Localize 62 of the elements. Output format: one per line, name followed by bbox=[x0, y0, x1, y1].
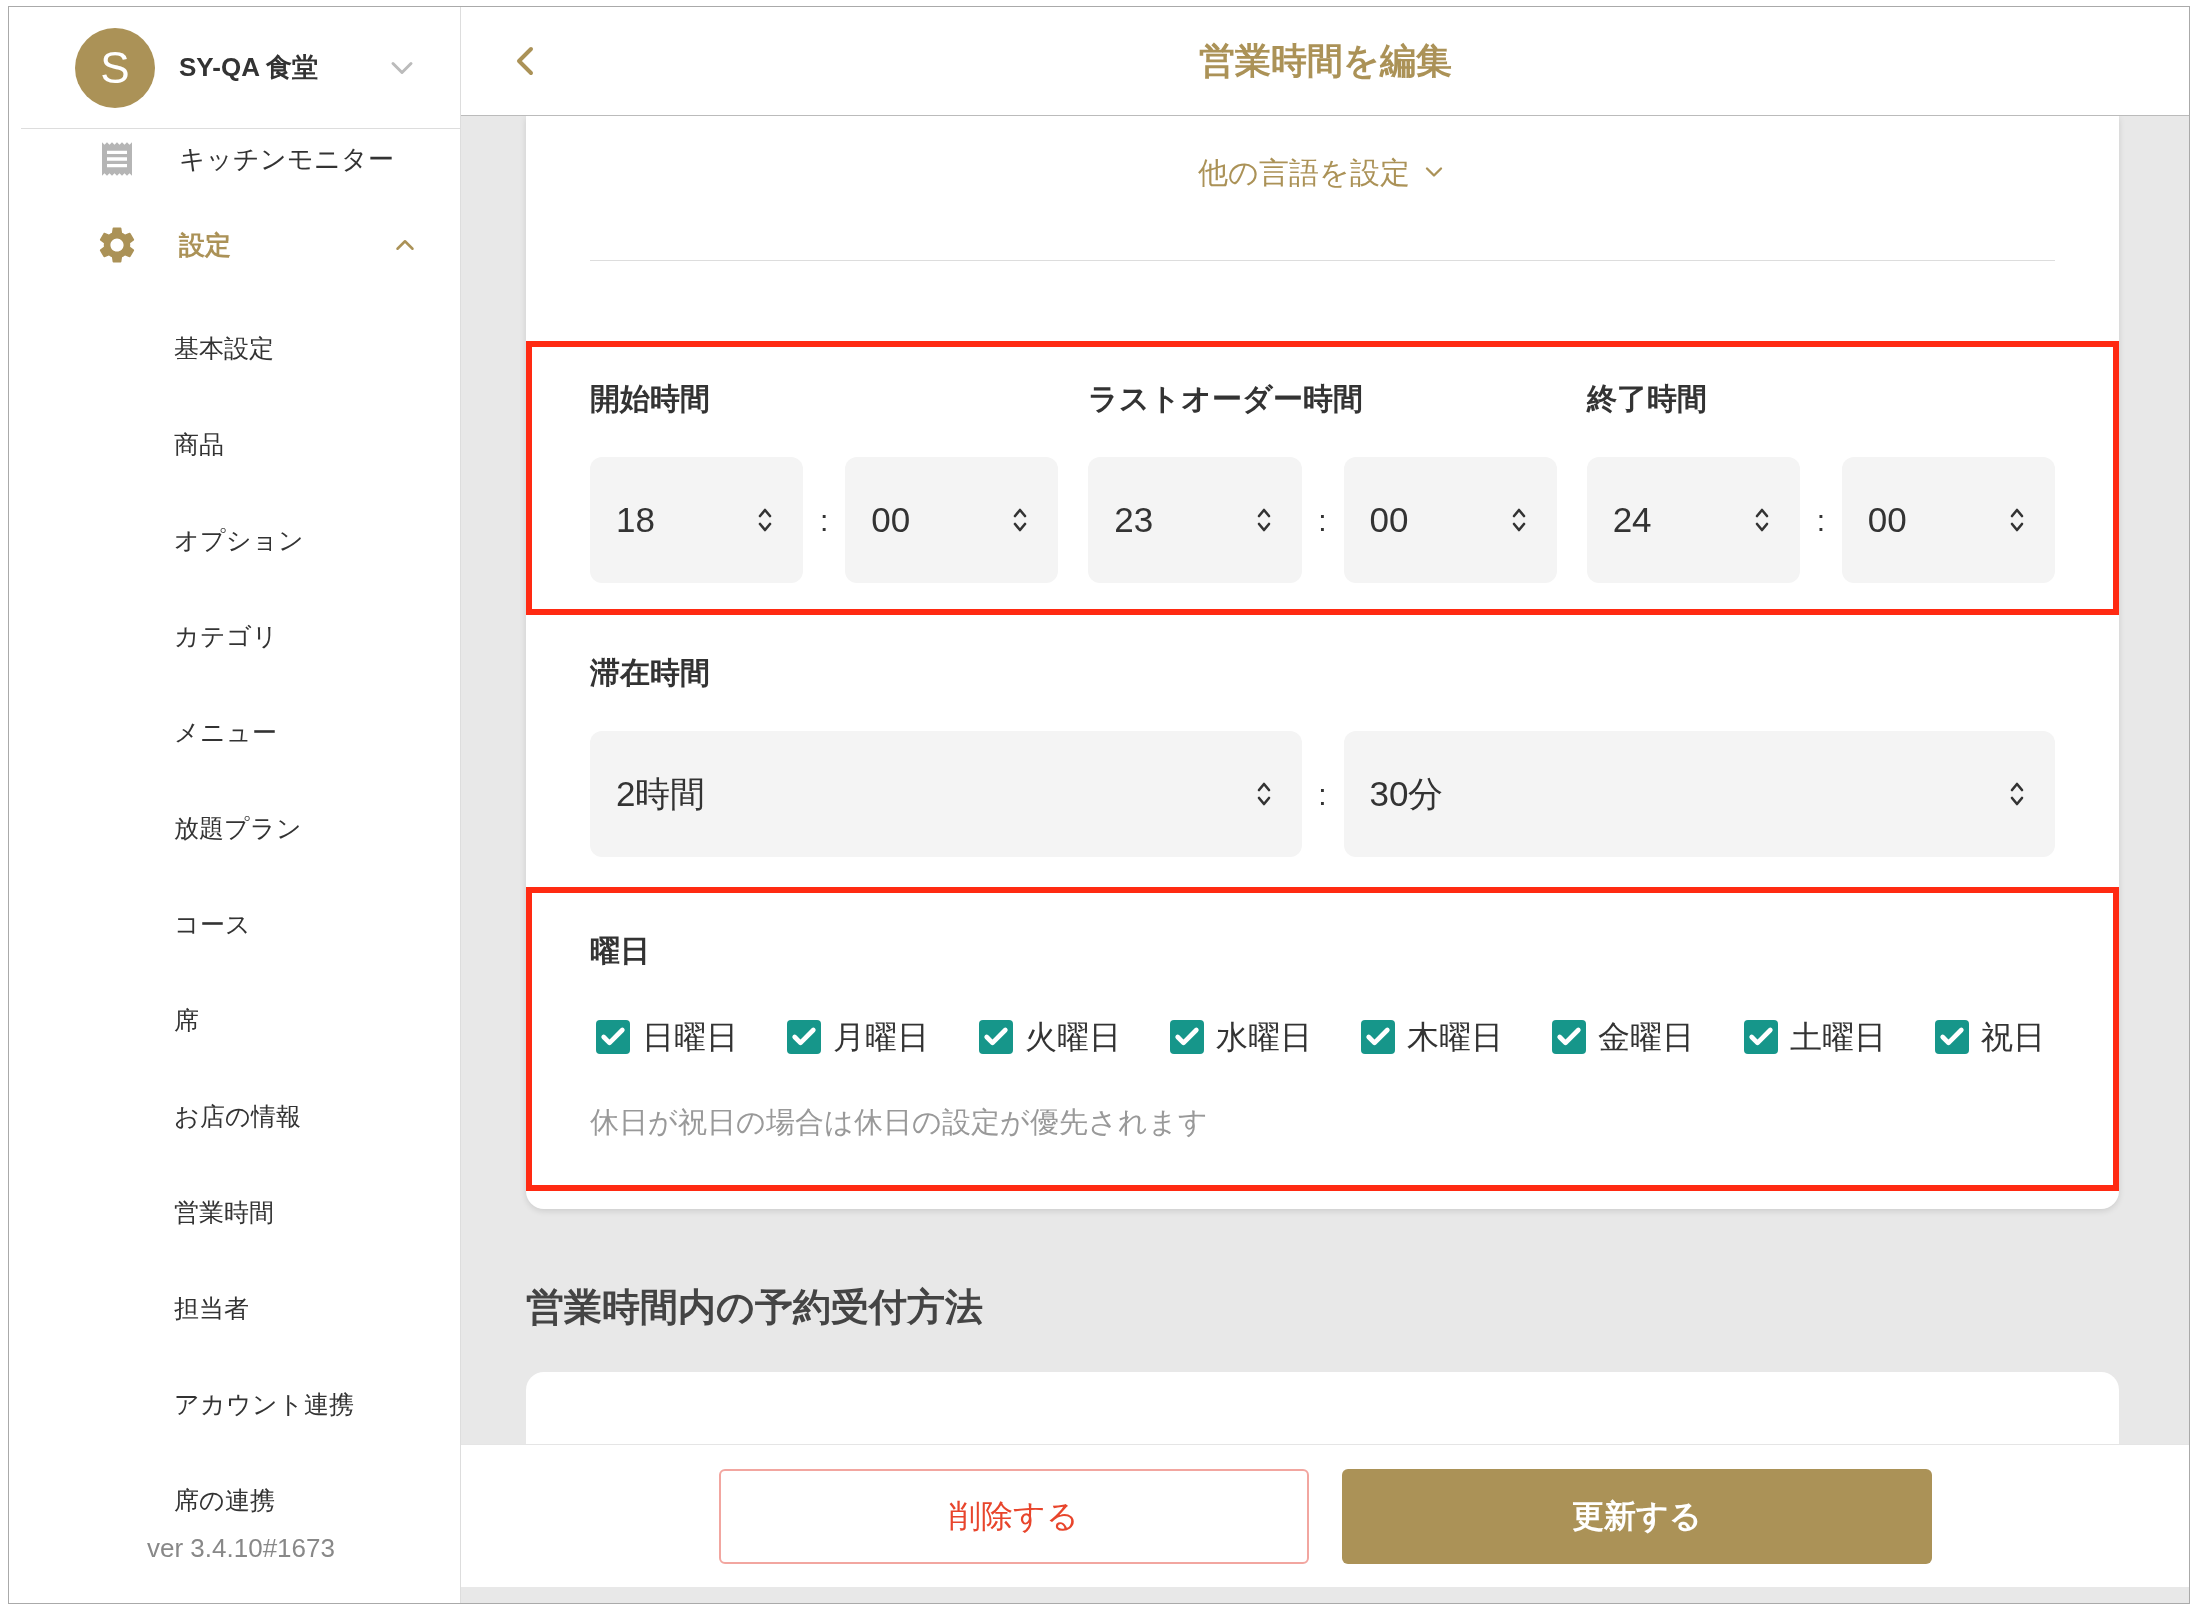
weekday-option[interactable]: 水曜日 bbox=[1215, 1013, 1312, 1061]
weekday-option[interactable]: 祝日 bbox=[1980, 1013, 2045, 1061]
nav-item[interactable]: お店の情報 bbox=[174, 1098, 301, 1136]
checkbox[interactable] bbox=[978, 1020, 1013, 1054]
colon-separator: : bbox=[1317, 502, 1328, 539]
checkbox[interactable] bbox=[596, 1020, 630, 1054]
select-field[interactable]: 24 bbox=[1586, 457, 1800, 583]
select-field[interactable]: 18 bbox=[590, 457, 804, 583]
nav-item[interactable]: メニュー bbox=[174, 714, 277, 752]
weekday-option[interactable]: 月曜日 bbox=[833, 1013, 930, 1061]
up-down-icon bbox=[1255, 506, 1272, 534]
nav-item[interactable]: オプション bbox=[174, 522, 304, 560]
nav-item[interactable]: 放題プラン bbox=[174, 810, 302, 848]
select-field[interactable]: 00 bbox=[845, 457, 1059, 583]
stay-label: 滞在時間 bbox=[590, 655, 711, 691]
section-title: 営業時間内の予約受付方法 bbox=[526, 1284, 984, 1330]
checkbox[interactable] bbox=[787, 1020, 822, 1054]
colon-separator: : bbox=[1815, 502, 1826, 539]
weekday-option[interactable]: 土曜日 bbox=[1789, 1013, 1886, 1061]
nav-item[interactable]: 商品 bbox=[174, 426, 224, 464]
time-label: 開始時間 bbox=[590, 381, 711, 417]
checkbox[interactable] bbox=[1169, 1020, 1204, 1054]
store-name: SY-QA 食堂 bbox=[179, 51, 319, 84]
nav-item[interactable]: 席 bbox=[174, 1002, 199, 1040]
up-down-icon bbox=[757, 506, 774, 534]
up-down-icon bbox=[2009, 506, 2025, 534]
up-down-icon bbox=[1012, 506, 1029, 534]
weekday-label: 曜日 bbox=[590, 933, 651, 969]
select-field[interactable]: 23 bbox=[1088, 457, 1302, 583]
store-avatar: S bbox=[75, 27, 155, 108]
up-down-icon bbox=[1255, 780, 1272, 808]
holiday-note: 休日が祝日の場合は休日の設定が優先されます bbox=[590, 1105, 1209, 1140]
nav-item[interactable]: 営業時間 bbox=[174, 1194, 274, 1232]
checkbox[interactable] bbox=[1361, 1020, 1396, 1054]
weekday-option[interactable]: 金曜日 bbox=[1598, 1013, 1695, 1061]
up-down-icon bbox=[1753, 506, 1770, 534]
weekday-option[interactable]: 日曜日 bbox=[642, 1013, 738, 1061]
time-label: 終了時間 bbox=[1586, 381, 1708, 417]
time-label: ラストオーダー時間 bbox=[1088, 381, 1365, 417]
select-field[interactable]: 2時間 bbox=[590, 731, 1302, 857]
select-field[interactable]: 00 bbox=[1841, 457, 2055, 583]
nav-item[interactable]: 担当者 bbox=[174, 1290, 249, 1328]
nav-item[interactable]: キッチンモニター bbox=[9, 129, 460, 189]
checkbox[interactable] bbox=[1743, 1020, 1778, 1054]
nav-item[interactable]: カテゴリ bbox=[174, 618, 278, 656]
nav-item[interactable]: アカウント連携 bbox=[174, 1386, 354, 1424]
nav-item[interactable]: コース bbox=[174, 906, 251, 944]
page-title: 営業時間を編集 bbox=[1198, 39, 1452, 83]
weekday-option[interactable]: 木曜日 bbox=[1407, 1013, 1504, 1061]
select-field[interactable]: 00 bbox=[1343, 457, 1557, 583]
weekday-option[interactable]: 火曜日 bbox=[1024, 1013, 1121, 1061]
colon-separator: : bbox=[1317, 776, 1328, 813]
select-field[interactable]: 30分 bbox=[1343, 731, 2055, 857]
up-down-icon bbox=[2009, 780, 2025, 808]
version-label: ver 3.4.10#1673 bbox=[147, 1532, 335, 1565]
colon-separator: : bbox=[819, 502, 830, 539]
nav-item[interactable]: 席の連携 bbox=[174, 1482, 275, 1520]
checkbox[interactable] bbox=[1934, 1020, 1969, 1054]
checkbox[interactable] bbox=[1552, 1020, 1587, 1054]
delete-button[interactable]: 削除する bbox=[718, 1468, 1309, 1564]
nav-item[interactable]: 基本設定 bbox=[174, 330, 274, 368]
up-down-icon bbox=[1510, 506, 1527, 534]
